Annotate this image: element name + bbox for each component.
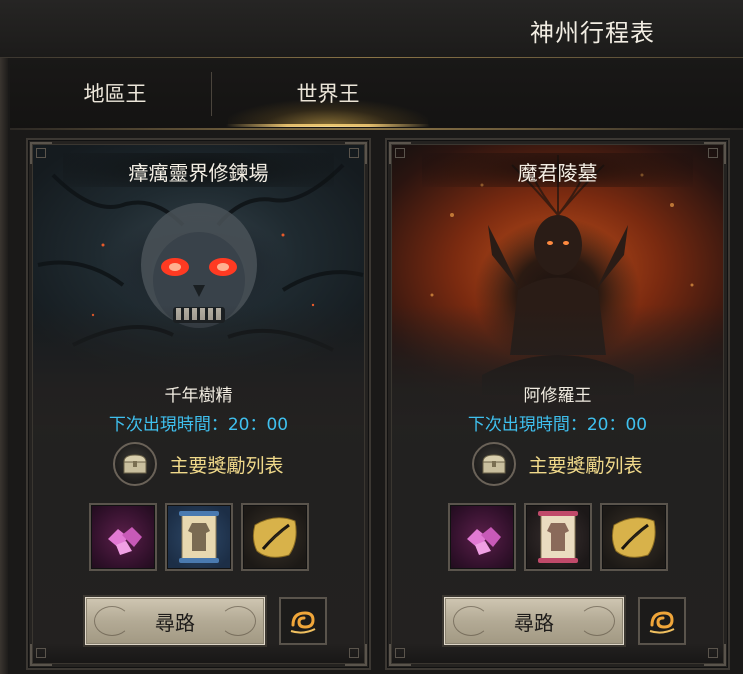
- reward-slot-3[interactable]: [599, 503, 668, 571]
- reward-slot-3[interactable]: [240, 503, 309, 571]
- reward-header: 主要獎勵列表: [392, 442, 723, 486]
- page-title: 神州行程表: [530, 19, 655, 47]
- boss-card-demon-tomb: 魔君陵墓 阿修羅王 下次出現時間：20：00 主要獎勵列表 尋路: [385, 138, 730, 670]
- frame-corner: [389, 644, 411, 666]
- boss-location-title: 魔君陵墓: [517, 161, 598, 185]
- tabs-divider: [10, 128, 743, 130]
- button-ornament: [94, 606, 130, 636]
- boss-tab-bar: 地區王 世界王: [10, 60, 743, 130]
- teleport-button[interactable]: [279, 597, 327, 645]
- teleport-button[interactable]: [638, 597, 686, 645]
- reward-slot-1[interactable]: [88, 503, 157, 571]
- armor-scroll-icon: [537, 511, 578, 563]
- boss-name: 阿修羅王: [523, 386, 592, 406]
- boss-card-ancient-tree: 瘴癘靈界修鍊場 千年樹精 下次出現時間：20：00 主要獎勵列表 尋路: [26, 138, 371, 670]
- reward-slot-2[interactable]: [164, 503, 233, 571]
- tab-world-boss-label: 世界王: [296, 82, 360, 106]
- boss-card-inner: 魔君陵墓 阿修羅王 下次出現時間：20：00 主要獎勵列表 尋路: [391, 144, 724, 664]
- card-bottom-shade: [33, 643, 364, 663]
- frame-corner: [30, 644, 52, 666]
- boss-location-title: 瘴癘靈界修鍊場: [128, 161, 269, 185]
- treasure-chest-icon[interactable]: [472, 442, 517, 486]
- button-ornament: [453, 606, 489, 636]
- boss-card-inner: 瘴癘靈界修鍊場 千年樹精 下次出現時間：20：00 主要獎勵列表 尋路: [32, 144, 365, 664]
- boss-name: 千年樹精: [164, 386, 233, 406]
- next-spawn-time: 下次出現時間：20：00: [108, 415, 289, 435]
- reward-header: 主要獎勵列表: [33, 442, 364, 486]
- portrait-fade: [392, 305, 723, 425]
- teleport-swirl-icon: [649, 611, 675, 634]
- reward-items: [392, 503, 723, 571]
- reward-slot-1[interactable]: [447, 503, 516, 571]
- active-tab-underline: [226, 124, 430, 127]
- reward-items: [33, 503, 364, 571]
- left-frame-edge: [0, 58, 8, 674]
- frame-corner: [30, 142, 52, 164]
- frame-corner: [704, 142, 726, 164]
- pathfind-button-label: 尋路: [514, 610, 554, 635]
- frame-corner: [345, 644, 367, 666]
- frame-corner: [704, 644, 726, 666]
- pathfind-button-label: 尋路: [155, 610, 195, 635]
- gold-feather-icon: [611, 517, 656, 558]
- title-bar: 神州行程表: [0, 0, 743, 58]
- next-spawn-time: 下次出現時間：20：00: [467, 415, 648, 435]
- tab-separator: [211, 72, 212, 116]
- frame-corner: [345, 142, 367, 164]
- teleport-swirl-icon: [290, 611, 316, 634]
- reward-list-label: 主要獎勵列表: [528, 454, 643, 477]
- tab-world-boss[interactable]: 世界王: [226, 60, 430, 127]
- purple-gem-icon: [466, 527, 501, 555]
- button-ornament: [220, 606, 256, 636]
- tab-regional-boss[interactable]: 地區王: [40, 60, 190, 126]
- card-bottom-shade: [392, 643, 723, 663]
- pathfind-button[interactable]: 尋路: [85, 597, 265, 645]
- treasure-chest-icon[interactable]: [113, 442, 158, 486]
- reward-slot-2[interactable]: [523, 503, 592, 571]
- button-ornament: [579, 606, 615, 636]
- portrait-fade: [33, 305, 364, 425]
- purple-gem-icon: [107, 527, 142, 555]
- gold-feather-icon: [252, 517, 297, 558]
- tab-regional-boss-label: 地區王: [83, 82, 147, 106]
- frame-corner: [389, 142, 411, 164]
- pathfind-button[interactable]: 尋路: [444, 597, 624, 645]
- reward-list-label: 主要獎勵列表: [169, 454, 284, 477]
- title-divider: [0, 57, 743, 58]
- armor-scroll-icon: [178, 511, 219, 563]
